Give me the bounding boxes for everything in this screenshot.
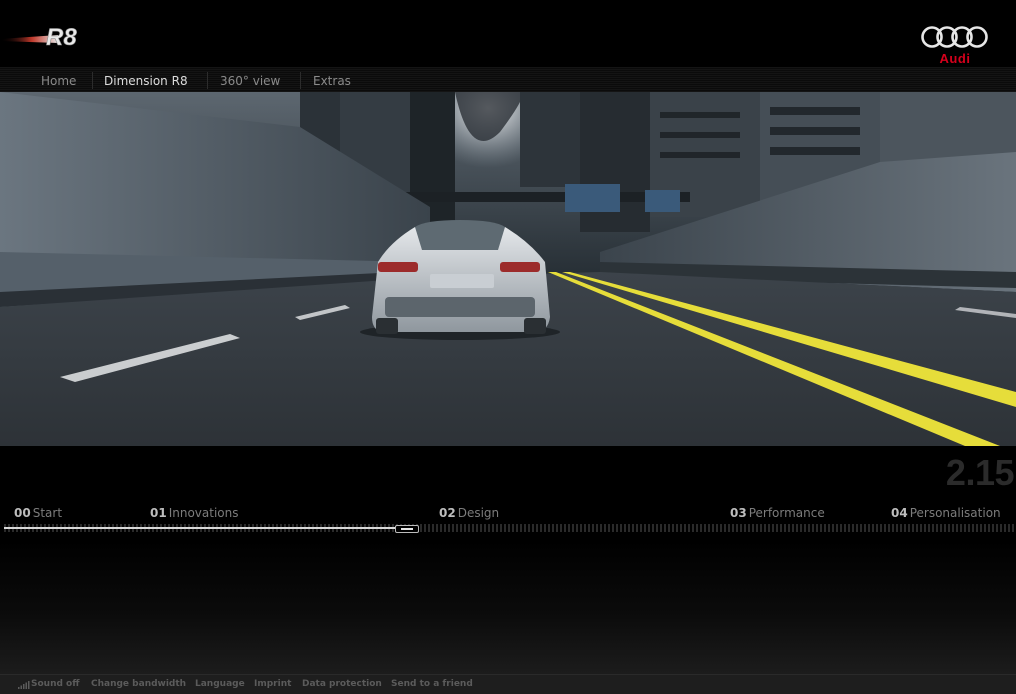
video-frame[interactable] bbox=[0, 92, 1016, 446]
imprint-link[interactable]: Imprint bbox=[254, 679, 291, 689]
progress-track[interactable] bbox=[4, 524, 1016, 533]
page: R8 Audi Home Dimension R8 360° view Extr… bbox=[0, 0, 1016, 694]
chapter-number: 01 bbox=[150, 506, 167, 520]
sound-bars-icon[interactable] bbox=[18, 681, 30, 689]
data-protection-link[interactable]: Data protection bbox=[302, 679, 382, 689]
r8-logo-text: R8 bbox=[46, 24, 77, 51]
main-nav: Home Dimension R8 360° view Extras bbox=[0, 67, 1016, 92]
chapter-label: Innovations bbox=[168, 506, 239, 520]
nav-item-extras[interactable]: Extras bbox=[313, 74, 351, 88]
timecode: 2.15 bbox=[945, 452, 1015, 493]
r8-logo[interactable]: R8 bbox=[0, 22, 120, 52]
chapter-personalisation[interactable]: 04 Personalisation bbox=[891, 506, 1001, 520]
header: R8 Audi Home Dimension R8 360° view Extr… bbox=[0, 0, 1016, 92]
lower-panel bbox=[0, 540, 1016, 674]
footer: Sound off Change bandwidth Language Impr… bbox=[0, 674, 1016, 694]
audi-rings-icon bbox=[921, 26, 988, 48]
nav-item-dimension-r8[interactable]: Dimension R8 bbox=[104, 74, 188, 88]
nav-separator bbox=[300, 72, 301, 89]
scrubber-handle[interactable] bbox=[395, 525, 419, 533]
chapter-number: 04 bbox=[891, 506, 908, 520]
progress-fill bbox=[4, 527, 399, 529]
nav-separator bbox=[207, 72, 208, 89]
chapter-label: Design bbox=[457, 506, 500, 520]
send-to-friend-link[interactable]: Send to a friend bbox=[391, 679, 473, 689]
chapter-label: Start bbox=[32, 506, 63, 520]
chapter-performance[interactable]: 03 Performance bbox=[730, 506, 825, 520]
chapter-start[interactable]: 00 Start bbox=[14, 506, 62, 520]
chapter-design[interactable]: 02 Design bbox=[439, 506, 499, 520]
chapter-number: 02 bbox=[439, 506, 456, 520]
chapter-number: 00 bbox=[14, 506, 31, 520]
chapter-number: 03 bbox=[730, 506, 747, 520]
change-bandwidth-link[interactable]: Change bandwidth bbox=[91, 679, 186, 689]
nav-item-360-view[interactable]: 360° view bbox=[220, 74, 280, 88]
language-link[interactable]: Language bbox=[195, 679, 245, 689]
chapter-label: Performance bbox=[748, 506, 825, 520]
nav-item-home[interactable]: Home bbox=[41, 74, 76, 88]
car-tunnel-scene bbox=[0, 92, 1016, 446]
sound-toggle-link[interactable]: Sound off bbox=[31, 679, 80, 689]
chapter-innovations[interactable]: 01 Innovations bbox=[150, 506, 239, 520]
nav-separator bbox=[92, 72, 93, 89]
audi-logo[interactable]: Audi bbox=[920, 24, 990, 68]
chapter-label: Personalisation bbox=[909, 506, 1001, 520]
audi-wordmark: Audi bbox=[939, 51, 971, 66]
